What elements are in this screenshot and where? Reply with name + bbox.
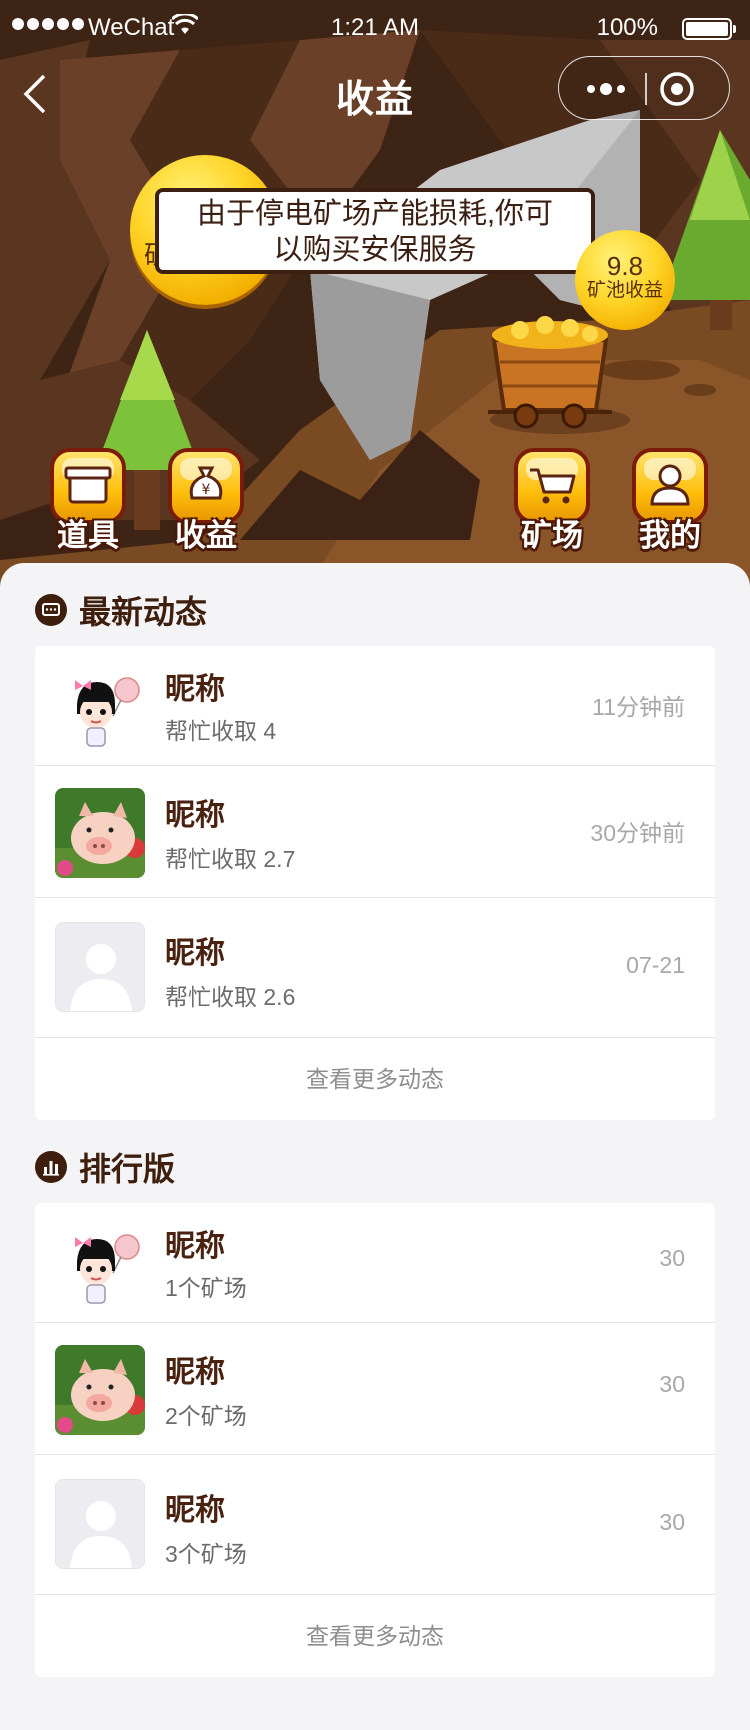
view-more-activity-link[interactable]: 查看更多动态 (35, 1038, 715, 1120)
list-item[interactable]: 昵称 3个矿场 30 (35, 1455, 715, 1595)
bar-chart-icon (35, 1151, 67, 1183)
mini-program-capsule (558, 56, 730, 120)
chat-icon (35, 594, 67, 626)
default-avatar (55, 1479, 145, 1569)
target-circle-icon[interactable] (659, 71, 695, 107)
pig-avatar (55, 1345, 145, 1435)
menu-profile-button[interactable]: 我的 (628, 448, 712, 553)
user-nickname: 昵称 (165, 937, 225, 970)
money-bag-icon: ¥ (189, 466, 223, 500)
user-nickname: 昵称 (165, 673, 225, 706)
menu-label: 收益 (175, 518, 237, 553)
section-title: 排行版 (79, 1151, 176, 1187)
cart-icon (530, 468, 576, 504)
user-icon (650, 464, 690, 506)
default-avatar (55, 922, 145, 1012)
activity-time: 11分钟前 (592, 694, 685, 720)
mine-count: 3个矿场 (165, 1541, 247, 1567)
pool-label: 矿池收益 (586, 280, 663, 301)
rank-value: 30 (659, 1371, 685, 1397)
more-dots-icon[interactable] (581, 71, 631, 107)
content-panel: 最新动态 昵称 帮忙收取 4 11分钟前 昵称 帮忙收取 2.7 30分钟前 昵… (0, 563, 750, 1730)
activity-time: 07-21 (626, 952, 685, 978)
section-title: 最新动态 (79, 594, 208, 630)
close-icon: × (163, 190, 176, 215)
menu-label: 矿场 (521, 518, 583, 553)
activity-detail: 帮忙收取 2.7 (165, 846, 296, 872)
activity-time: 30分钟前 (590, 820, 685, 846)
capsule-divider (645, 73, 647, 105)
mine-count: 1个矿场 (165, 1275, 247, 1301)
cartoon-girl-avatar (55, 1223, 145, 1313)
rank-value: 30 (659, 1245, 685, 1271)
menu-mine-button[interactable]: 矿场 (510, 448, 594, 553)
pig-avatar (55, 788, 145, 878)
list-item[interactable]: 昵称 帮忙收取 2.7 30分钟前 (35, 766, 715, 898)
cartoon-girl-avatar (55, 666, 145, 756)
user-nickname: 昵称 (165, 1356, 225, 1389)
ranking-section-header: 排行版 (35, 1147, 175, 1187)
user-nickname: 昵称 (165, 1494, 225, 1527)
user-nickname: 昵称 (165, 799, 225, 832)
mine-count: 2个矿场 (165, 1403, 247, 1429)
mine-scene: WeChat 1:21 AM 100% 收益 矿 × 由于停电矿场产能损耗,你可… (0, 0, 750, 600)
svg-text:¥: ¥ (202, 482, 211, 498)
menu-label: 道具 (57, 518, 119, 553)
pool-value: 9.8 (606, 251, 644, 281)
view-more-ranking-link[interactable]: 查看更多动态 (35, 1595, 715, 1677)
battery-percent: 100% (596, 14, 658, 41)
list-item[interactable]: 昵称 1个矿场 30 (35, 1203, 715, 1323)
tooltip-close-button[interactable]: × (155, 188, 199, 228)
menu-label: 我的 (639, 518, 701, 553)
box-icon (64, 466, 112, 504)
activity-detail: 帮忙收取 4 (165, 718, 277, 744)
menu-earnings-button[interactable]: ¥ 收益 (164, 448, 248, 553)
pool-earnings-coin[interactable]: 9.8 矿池收益 (575, 230, 675, 330)
list-item[interactable]: 昵称 帮忙收取 2.6 07-21 (35, 898, 715, 1038)
activity-section-header: 最新动态 (35, 590, 207, 630)
list-item[interactable]: 昵称 帮忙收取 4 11分钟前 (35, 646, 715, 766)
user-nickname: 昵称 (165, 1230, 225, 1263)
activity-list: 昵称 帮忙收取 4 11分钟前 昵称 帮忙收取 2.7 30分钟前 昵称 帮忙收… (35, 646, 715, 1120)
rank-value: 30 (659, 1509, 685, 1535)
tooltip-text: 由于停电矿场产能损耗,你可以购买安保服务 (196, 198, 554, 266)
menu-props-button[interactable]: 道具 (46, 448, 130, 553)
status-bar: WeChat 1:21 AM 100% (0, 0, 750, 56)
activity-detail: 帮忙收取 2.6 (165, 984, 296, 1010)
list-item[interactable]: 昵称 2个矿场 30 (35, 1323, 715, 1455)
ranking-list: 昵称 1个矿场 30 昵称 2个矿场 30 昵称 3个矿场 30 查看更多动态 (35, 1203, 715, 1677)
battery-icon (682, 18, 736, 40)
power-outage-tooltip: × 由于停电矿场产能损耗,你可以购买安保服务 (155, 188, 595, 274)
